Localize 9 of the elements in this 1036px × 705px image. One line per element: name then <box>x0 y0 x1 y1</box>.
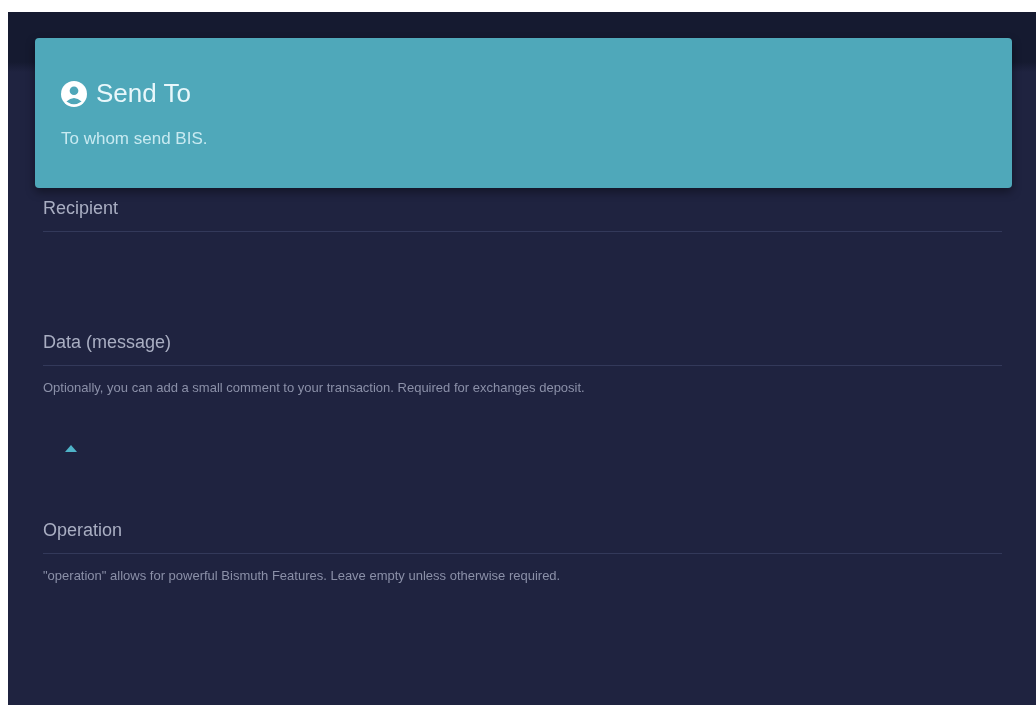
card-title: Send To <box>96 78 191 109</box>
caret-up-icon <box>65 445 77 452</box>
field-hint: Optionally, you can add a small comment to your transaction. Required for exchanges deposit. <box>43 380 586 395</box>
user-icon <box>61 80 87 107</box>
field-hint: "operation" allows for powerful Bismuth Features. Leave empty unless otherwise required. <box>43 568 562 583</box>
text-field[interactable]: Recipient <box>43 188 1002 232</box>
card-subtitle: To whom send BIS. <box>61 129 209 149</box>
text-field[interactable]: Data (message) <box>43 322 1002 366</box>
text-field[interactable]: Operation <box>43 510 1002 554</box>
